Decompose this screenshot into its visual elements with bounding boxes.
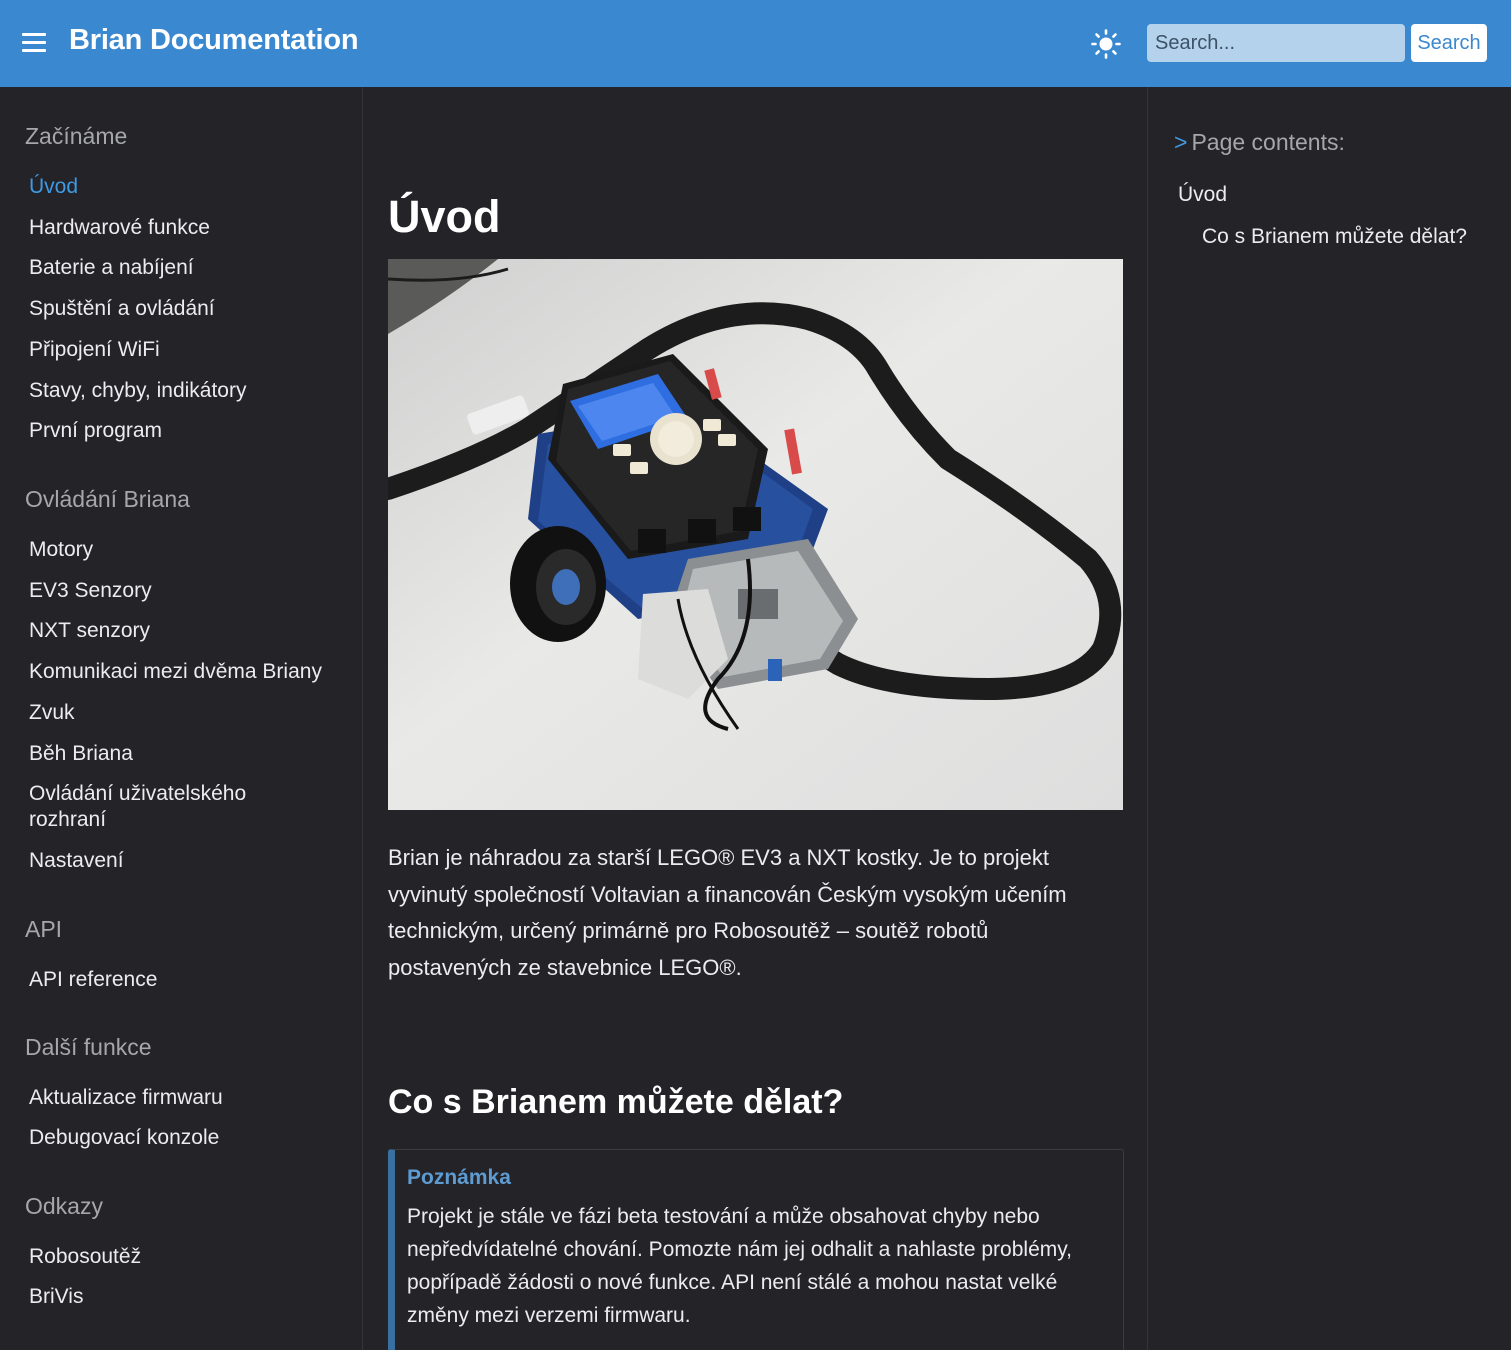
section-heading: Co s Brianem můžete dělat? bbox=[388, 1083, 844, 1121]
sidebar-section-title: API bbox=[25, 916, 63, 942]
sidebar-item-brivis[interactable]: BriVis bbox=[29, 1284, 339, 1310]
sidebar-item-api-reference[interactable]: API reference bbox=[29, 967, 339, 993]
note-text: Projekt je stále ve fázi beta testování … bbox=[407, 1205, 1073, 1327]
sidebar: Začínáme Úvod Hardwarové funkce Baterie … bbox=[0, 87, 363, 1350]
sidebar-section-title: Začínáme bbox=[25, 123, 128, 149]
sidebar-item-beh-briana[interactable]: Běh Briana bbox=[29, 741, 339, 767]
note-admonition: Poznámka Projekt je stále ve fázi beta t… bbox=[388, 1149, 1124, 1350]
sidebar-item-ev3-senzory[interactable]: EV3 Senzory bbox=[29, 578, 339, 604]
sidebar-item-zvuk[interactable]: Zvuk bbox=[29, 700, 339, 726]
sidebar-item-nxt-senzory[interactable]: NXT senzory bbox=[29, 618, 339, 644]
sidebar-item-nastaveni[interactable]: Nastavení bbox=[29, 848, 339, 874]
sidebar-item-ovladani-ui[interactable]: Ovládání uživatelského rozhraní bbox=[29, 781, 279, 833]
toc-title-label: Page contents: bbox=[1191, 129, 1345, 155]
sidebar-item-robosoutez[interactable]: Robosoutěž bbox=[29, 1244, 339, 1270]
toc-title: > Page contents: bbox=[1174, 129, 1345, 156]
sidebar-item-prvni-program[interactable]: První program bbox=[29, 418, 339, 444]
chevron-right-icon: > bbox=[1174, 129, 1188, 155]
page-contents: > Page contents: Úvod Co s Brianem můžete… bbox=[1147, 87, 1511, 1350]
intro-paragraph: Brian je náhradou za starší LEGO® EV3 a … bbox=[388, 845, 1067, 980]
sidebar-section-title: Odkazy bbox=[25, 1193, 103, 1219]
top-bar: Brian Documentation Search bbox=[0, 0, 1511, 87]
sidebar-item-uvod[interactable]: Úvod bbox=[29, 174, 339, 200]
sidebar-item-hardwarove-funkce[interactable]: Hardwarové funkce bbox=[29, 215, 339, 241]
sun-icon[interactable] bbox=[1090, 28, 1122, 60]
site-title[interactable]: Brian Documentation bbox=[69, 24, 359, 57]
note-title: Poznámka bbox=[407, 1166, 511, 1189]
sidebar-item-motory[interactable]: Motory bbox=[29, 537, 339, 563]
sidebar-section-title: Ovládání Briana bbox=[25, 486, 190, 512]
robot-photo bbox=[388, 259, 1123, 810]
sidebar-item-aktualizace-firmwaru[interactable]: Aktualizace firmwaru bbox=[29, 1085, 339, 1111]
toc-item-co-s-brianem[interactable]: Co s Brianem můžete dělat? bbox=[1202, 225, 1467, 249]
page-title: Úvod bbox=[388, 191, 501, 242]
hamburger-menu-icon[interactable] bbox=[22, 31, 46, 53]
sidebar-section-title: Další funkce bbox=[25, 1034, 152, 1060]
sidebar-item-wifi[interactable]: Připojení WiFi bbox=[29, 337, 339, 363]
main-content: Úvod Brian je náhradou za starší LEGO® E… bbox=[363, 87, 1147, 1350]
sidebar-item-debugovaci-konzole[interactable]: Debugovací konzole bbox=[29, 1125, 339, 1151]
sidebar-item-spusteni[interactable]: Spuštění a ovládání bbox=[29, 296, 339, 322]
sidebar-item-komunikace[interactable]: Komunikaci mezi dvěma Briany bbox=[29, 659, 339, 685]
search-input[interactable] bbox=[1147, 24, 1405, 62]
search-button[interactable]: Search bbox=[1411, 24, 1487, 62]
sidebar-item-stavy[interactable]: Stavy, chyby, indikátory bbox=[29, 378, 339, 404]
sidebar-item-baterie[interactable]: Baterie a nabíjení bbox=[29, 255, 339, 281]
toc-item-uvod[interactable]: Úvod bbox=[1178, 183, 1227, 207]
